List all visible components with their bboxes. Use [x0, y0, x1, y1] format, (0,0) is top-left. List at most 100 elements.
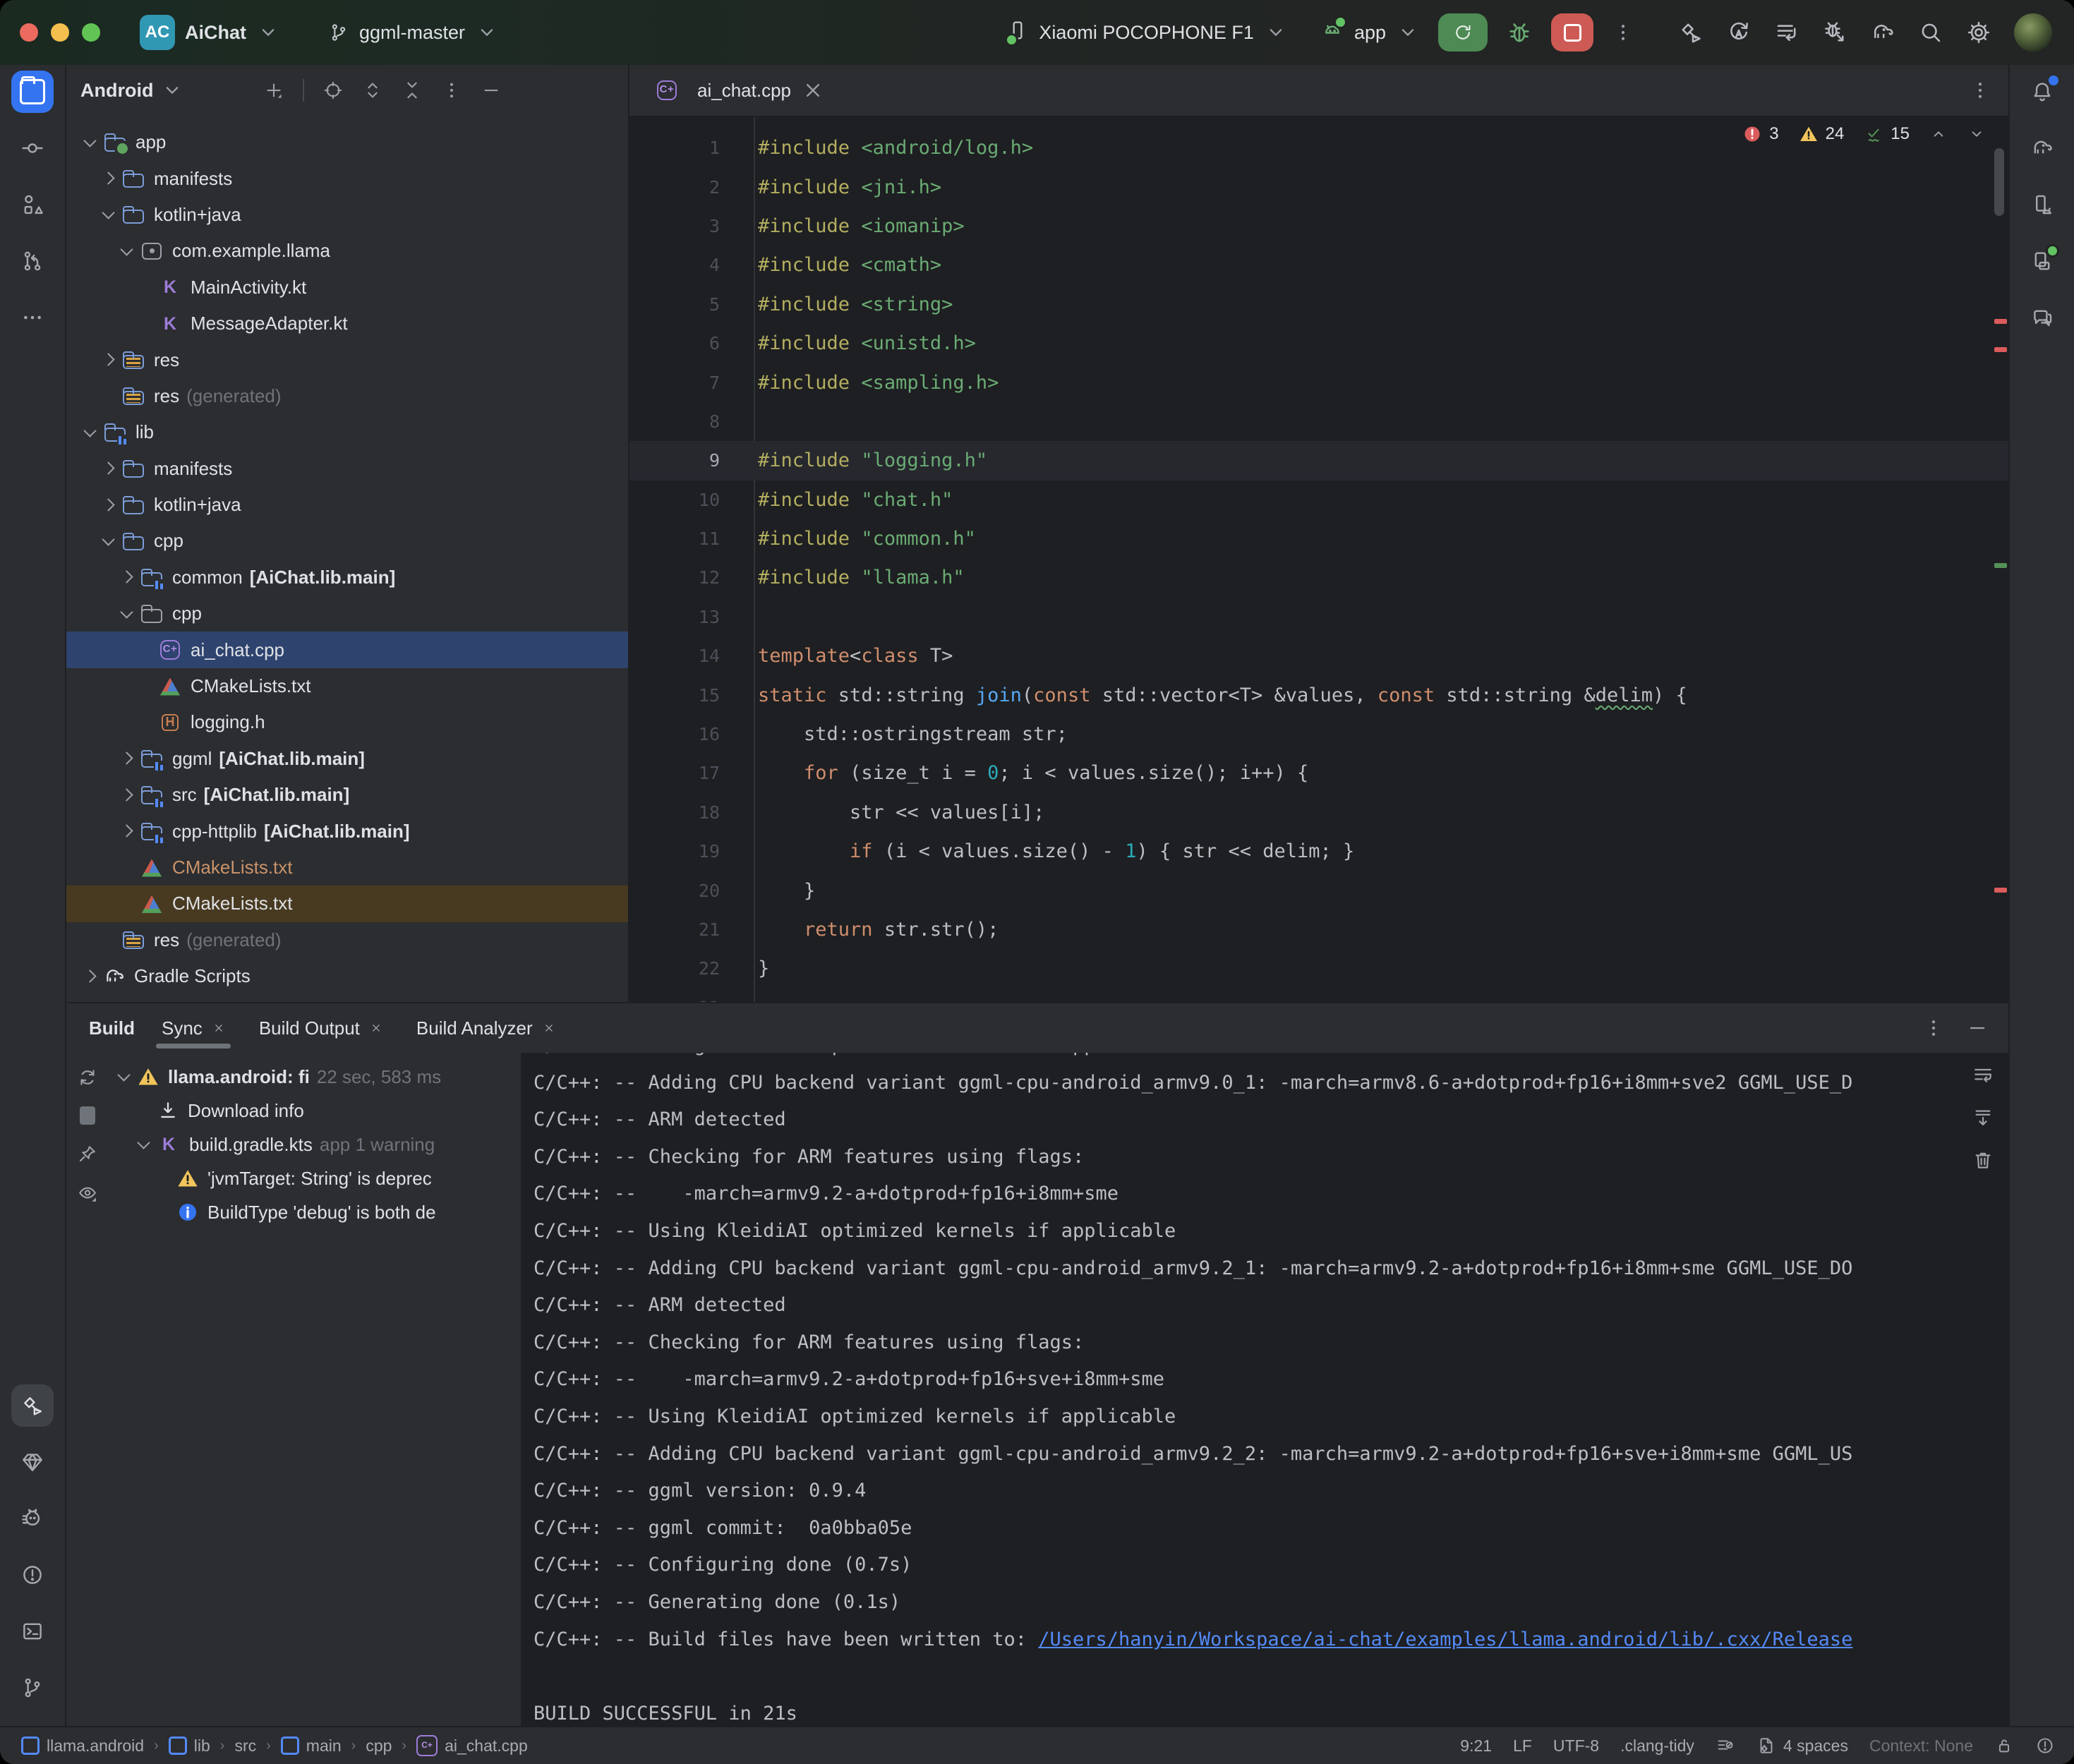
tree-row[interactable]: common[AiChat.lib.main]: [66, 560, 628, 596]
hide-panel-icon[interactable]: [481, 80, 502, 101]
tree-row[interactable]: ggml[AiChat.lib.main]: [66, 741, 628, 777]
tree-chevron-icon[interactable]: [99, 205, 117, 224]
stop-sync-icon[interactable]: [80, 1106, 95, 1125]
tree-row[interactable]: res(generated): [66, 922, 628, 958]
scroll-to-end-icon[interactable]: [1972, 1106, 1994, 1129]
tree-row[interactable]: cpp-httplib[AiChat.lib.main]: [66, 813, 628, 849]
vcs-branch-selector[interactable]: ggml-master: [328, 20, 499, 44]
tree-row[interactable]: kotlin+java: [66, 197, 628, 233]
build-console[interactable]: C/C++: -- Using KleidiAI optimized kerne…: [521, 1053, 1958, 1726]
tree-row[interactable]: CMakeLists.txt: [66, 668, 628, 704]
tree-chevron-icon[interactable]: [114, 1068, 133, 1086]
tree-row[interactable]: kotlin+java: [66, 487, 628, 523]
clang-tidy-status[interactable]: .clang-tidy: [1620, 1736, 1694, 1756]
tree-chevron-icon[interactable]: [117, 822, 135, 840]
code-line[interactable]: 16 std::ostringstream str;: [629, 715, 2008, 754]
editor-scrollbar[interactable]: [1994, 148, 2004, 216]
file-encoding[interactable]: UTF-8: [1553, 1736, 1599, 1756]
gradle-sync-button[interactable]: [1870, 20, 1895, 45]
code-line[interactable]: 13: [629, 598, 2008, 636]
build-tree-row[interactable]: 'jvmTarget: String' is deprec: [109, 1161, 521, 1195]
code-line[interactable]: 21 return str.str();: [629, 910, 2008, 949]
search-everywhere-button[interactable]: [1918, 20, 1943, 45]
code-line[interactable]: 9#include "logging.h": [629, 441, 2008, 480]
build-tab-build-output[interactable]: Build Output: [246, 1003, 395, 1053]
more-actions-kebab[interactable]: [1612, 21, 1634, 44]
breadcrumb-item[interactable]: llama.android: [21, 1736, 144, 1756]
previous-problem-icon[interactable]: [1929, 125, 1948, 143]
locate-file-icon[interactable]: [322, 80, 344, 101]
collapse-all-icon[interactable]: [402, 80, 423, 101]
more-tool-windows-button[interactable]: [11, 296, 54, 339]
pull-requests-tool-button[interactable]: [11, 240, 54, 282]
inspections-status-icon[interactable]: [2035, 1736, 2055, 1756]
tree-chevron-icon[interactable]: [99, 169, 117, 188]
tree-row[interactable]: lib: [66, 414, 628, 450]
project-tool-button[interactable]: [11, 71, 54, 113]
code-line[interactable]: 12#include "llama.h": [629, 558, 2008, 597]
lock-icon[interactable]: [1994, 1736, 2014, 1756]
tree-row[interactable]: logging.h: [66, 704, 628, 740]
breadcrumb-item[interactable]: cpp: [366, 1736, 392, 1756]
tree-row[interactable]: MessageAdapter.kt: [66, 306, 628, 342]
caret-position[interactable]: 9:21: [1460, 1736, 1492, 1756]
tree-chevron-icon[interactable]: [117, 568, 135, 586]
editor-tab[interactable]: ai_chat.cpp: [641, 65, 839, 116]
breadcrumb-item[interactable]: ai_chat.cpp: [416, 1735, 528, 1756]
error-stripe-mark[interactable]: [1994, 319, 2007, 324]
close-tab-icon[interactable]: [212, 1022, 225, 1034]
tree-chevron-icon[interactable]: [117, 242, 135, 260]
build-tab-sync[interactable]: Sync: [149, 1003, 238, 1053]
code-line[interactable]: 22}: [629, 949, 2008, 988]
user-avatar[interactable]: [2014, 13, 2052, 52]
settings-button[interactable]: [1966, 20, 1991, 45]
tree-row[interactable]: Gradle Scripts: [66, 958, 628, 994]
tree-row[interactable]: com.example.llama: [66, 233, 628, 269]
pin-icon[interactable]: [77, 1143, 98, 1164]
notifications-bell-icon[interactable]: [2021, 71, 2063, 113]
tree-chevron-icon[interactable]: [117, 605, 135, 623]
code-line[interactable]: 20 }: [629, 871, 2008, 910]
breadcrumb-item[interactable]: main: [281, 1736, 342, 1756]
tree-chevron-icon[interactable]: [99, 496, 117, 514]
terminal-tool-button[interactable]: [11, 1610, 54, 1653]
tree-row[interactable]: MainActivity.kt: [66, 270, 628, 306]
tree-row[interactable]: manifests: [66, 160, 628, 196]
apply-changes-button[interactable]: [1726, 20, 1752, 45]
indent-status[interactable]: 4 spaces: [1756, 1736, 1848, 1756]
code-line[interactable]: 14template<class T>: [629, 636, 2008, 675]
close-tab-icon[interactable]: [370, 1022, 382, 1034]
debug-button[interactable]: [1506, 19, 1533, 46]
tree-row[interactable]: CMakeLists.txt: [66, 886, 628, 922]
code-line[interactable]: 6#include <unistd.h>: [629, 324, 2008, 363]
run-configuration-selector[interactable]: app: [1320, 18, 1420, 47]
running-devices-tool-button[interactable]: [2021, 240, 2063, 282]
stop-button[interactable]: [1551, 13, 1593, 52]
recent-actions-button[interactable]: [1774, 20, 1799, 45]
build-project-button[interactable]: [1678, 20, 1704, 45]
editor-options-kebab[interactable]: [1969, 79, 1991, 102]
build-tree-row[interactable]: Download info: [109, 1094, 521, 1128]
tree-chevron-icon[interactable]: [134, 1135, 152, 1154]
code-style-icon[interactable]: [1716, 1736, 1735, 1756]
tree-chevron-icon[interactable]: [99, 351, 117, 369]
code-line[interactable]: 10#include "chat.h": [629, 481, 2008, 519]
fullscreen-window-button[interactable]: [82, 23, 100, 42]
clear-console-icon[interactable]: [1972, 1149, 1994, 1171]
resync-icon[interactable]: [77, 1067, 98, 1088]
close-tab-icon[interactable]: [543, 1022, 555, 1034]
tree-chevron-icon[interactable]: [99, 532, 117, 550]
code-line[interactable]: 19 if (i < values.size() - 1) { str << d…: [629, 832, 2008, 871]
gradle-tool-button[interactable]: [2021, 127, 2063, 169]
device-selector[interactable]: Xiaomi POCOPHONE F1: [1006, 19, 1288, 47]
close-tab-icon[interactable]: [801, 78, 825, 102]
expand-all-icon[interactable]: [362, 80, 383, 101]
context-status[interactable]: Context: None: [1869, 1736, 1973, 1756]
tree-row[interactable]: cpp: [66, 596, 628, 632]
tree-row[interactable]: src[AiChat.lib.main]: [66, 777, 628, 813]
breadcrumb-item[interactable]: lib: [169, 1736, 210, 1756]
minimize-window-button[interactable]: [51, 23, 69, 42]
tree-row[interactable]: res(generated): [66, 378, 628, 414]
tree-chevron-icon[interactable]: [80, 967, 99, 986]
problems-tool-button[interactable]: [11, 1554, 54, 1596]
